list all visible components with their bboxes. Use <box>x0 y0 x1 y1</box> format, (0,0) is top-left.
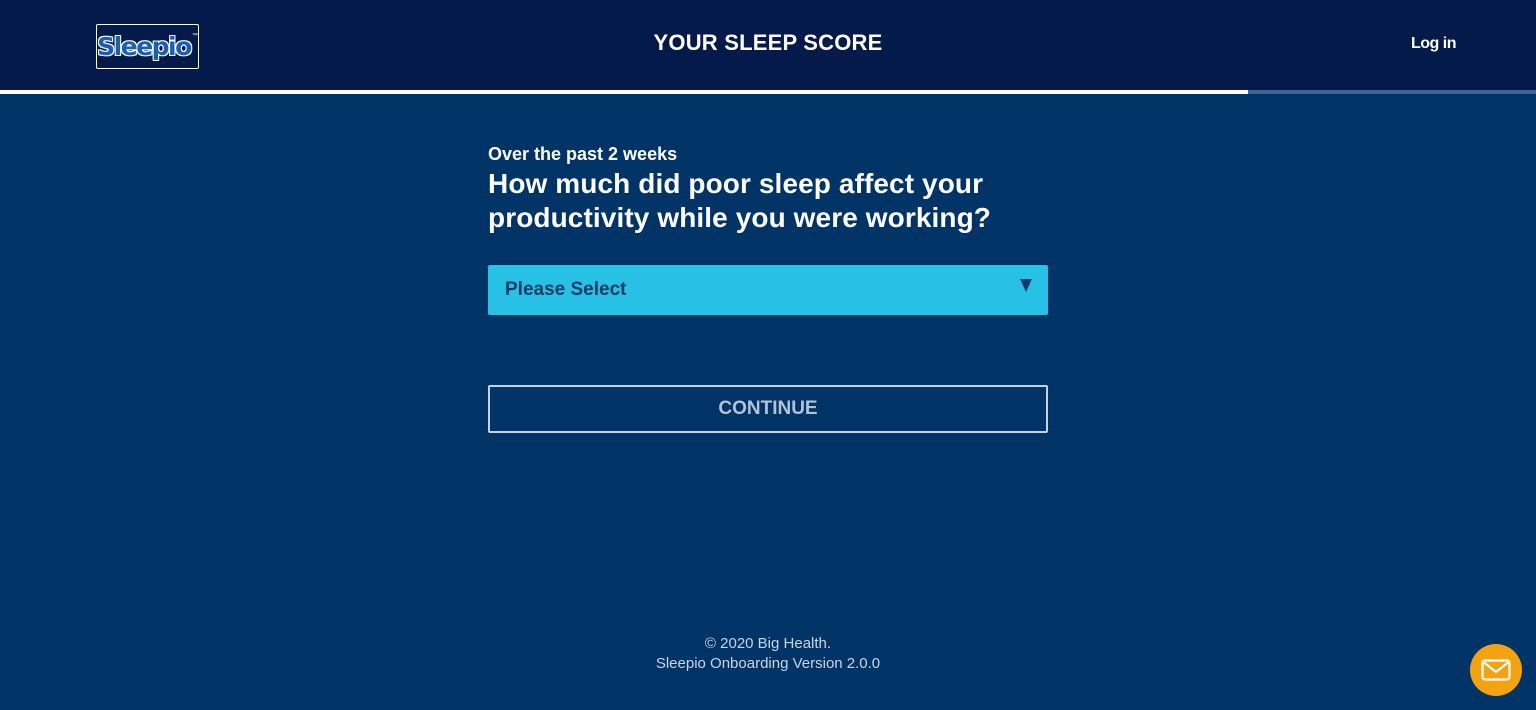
top-header: Sleepio ™ YOUR SLEEP SCORE Log in <box>0 0 1536 90</box>
caret-down-icon <box>1020 279 1032 292</box>
copyright-text: © 2020 Big Health. <box>704 635 832 652</box>
version-text: Sleepio Onboarding Version 2.0.0 <box>655 655 881 672</box>
chat-button[interactable] <box>1470 644 1522 696</box>
productivity-select[interactable]: Please Select <box>488 265 1048 315</box>
login-link[interactable]: Log in <box>1411 35 1456 53</box>
progress-bar-fill <box>0 90 1248 94</box>
question-block: Over the past 2 weeks How much did poor … <box>488 143 1048 235</box>
continue-button[interactable]: CONTINUE <box>488 385 1048 433</box>
select-value: Please Select <box>505 279 627 300</box>
question-context: Over the past 2 weeks <box>488 144 678 164</box>
envelope-icon <box>1481 659 1511 681</box>
progress-bar <box>0 90 1536 94</box>
question-text: How much did poor sleep affect your prod… <box>488 168 992 233</box>
page-title: YOUR SLEEP SCORE <box>653 30 883 55</box>
footer: © 2020 Big Health. Sleepio Onboarding Ve… <box>0 634 1536 674</box>
